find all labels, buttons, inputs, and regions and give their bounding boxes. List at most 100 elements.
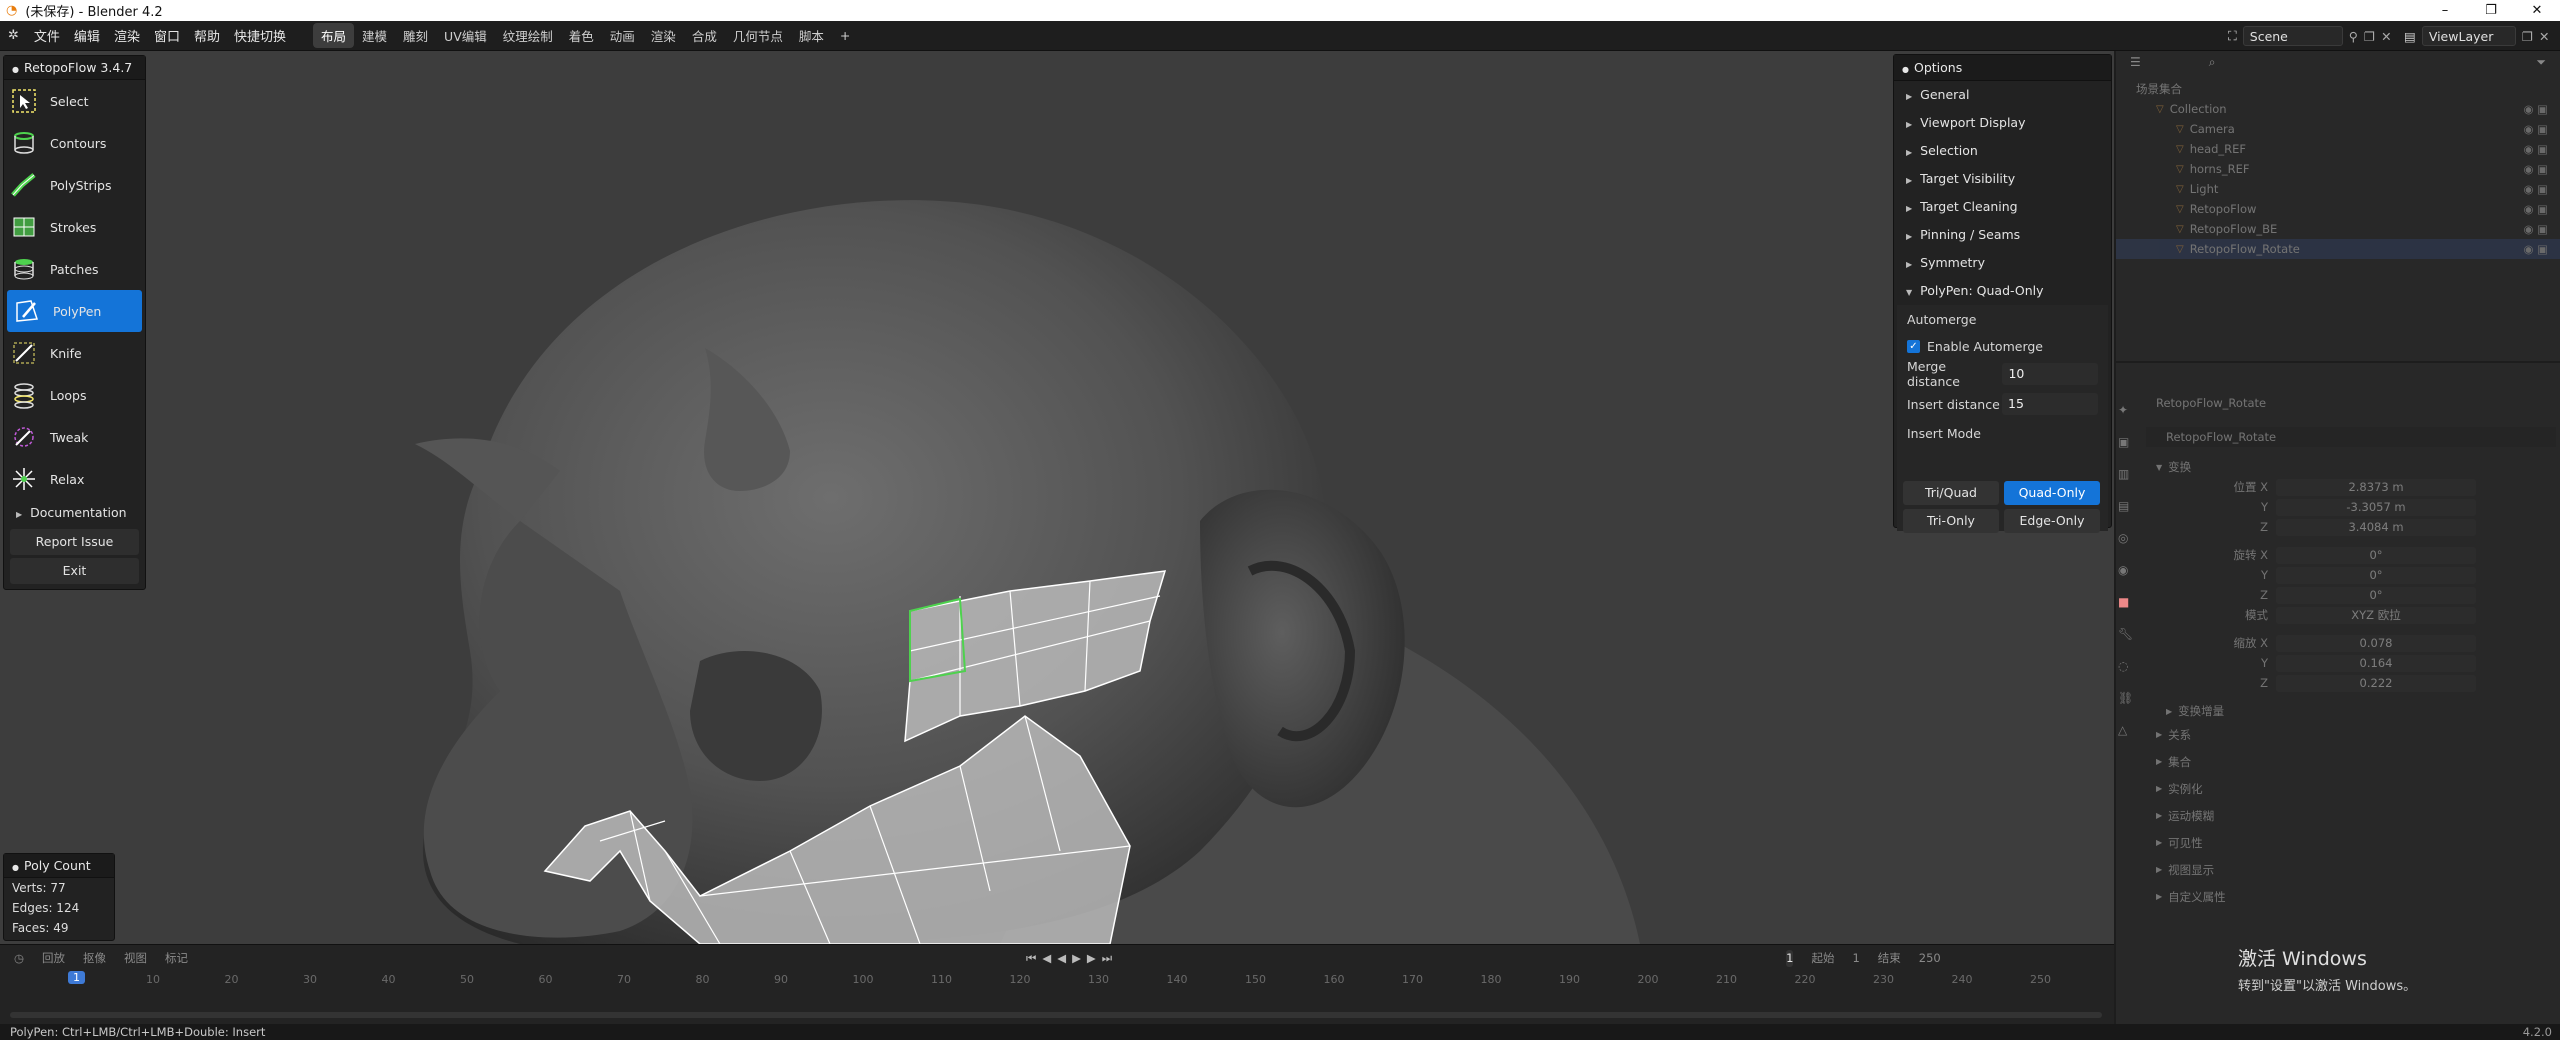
outliner-search-icon[interactable]: ⌕ bbox=[2209, 55, 2216, 70]
close-scene-icon[interactable]: ✕ bbox=[2381, 29, 2391, 44]
filter-icon[interactable]: ⏷ bbox=[2536, 55, 2546, 70]
output-tab-icon[interactable]: ▥ bbox=[2118, 467, 2140, 481]
object-tab-icon[interactable]: ■ bbox=[2118, 595, 2140, 609]
outliner-item[interactable]: ▽ Camera ◉ ▣ bbox=[2116, 119, 2560, 139]
delta-transform-section[interactable]: ▶ 变换增量 bbox=[2146, 701, 2556, 721]
viewlayer-field[interactable]: ViewLayer bbox=[2421, 26, 2516, 46]
visibility-icon[interactable]: ◉ ▣ bbox=[2523, 242, 2548, 256]
visibility-icon[interactable]: ◉ ▣ bbox=[2523, 122, 2548, 136]
add-workspace-button[interactable]: + bbox=[832, 25, 858, 46]
automerge-checkbox[interactable]: ✓ bbox=[1907, 339, 1920, 353]
exit-button[interactable]: Exit bbox=[10, 558, 139, 584]
outliner-item[interactable]: ▽ RetopoFlow_BE ◉ ▣ bbox=[2116, 219, 2560, 239]
view-layer-tab-icon[interactable]: ▤ bbox=[2118, 499, 2140, 513]
visibility-icon[interactable]: ◉ ▣ bbox=[2523, 182, 2548, 196]
timeline-editor-icon[interactable]: ◷ bbox=[14, 951, 24, 965]
tool-contours[interactable]: Contours bbox=[4, 122, 145, 164]
poly-count-header[interactable]: ● Poly Count bbox=[4, 854, 114, 878]
scene-tab-icon[interactable]: ◎ bbox=[2118, 531, 2140, 545]
merge-distance-input[interactable]: 10 bbox=[2002, 363, 2098, 385]
tool-panel-header[interactable]: ● RetopoFlow 3.4.7 bbox=[4, 56, 145, 80]
menu-window[interactable]: 窗口 bbox=[147, 26, 187, 45]
tool-relax[interactable]: Relax bbox=[4, 458, 145, 500]
tool-patches[interactable]: Patches bbox=[4, 248, 145, 290]
menu-file[interactable]: 文件 bbox=[27, 26, 67, 45]
playback-controls[interactable]: ⏮◀◀▶▶⏭ bbox=[1026, 951, 1118, 966]
render-tab-icon[interactable]: ▣ bbox=[2118, 435, 2140, 449]
copy-viewlayer-icon[interactable]: ❐ bbox=[2522, 29, 2533, 44]
physics-tab-icon[interactable]: ◌ bbox=[2118, 659, 2140, 673]
blender-menu-icon[interactable]: ✲ bbox=[0, 28, 27, 43]
tab-uv-editing[interactable]: UV编辑 bbox=[436, 23, 495, 48]
visibility-icon[interactable]: ◉ ▣ bbox=[2523, 202, 2548, 216]
outliner-item[interactable]: ▽ RetopoFlow_Rotate ◉ ▣ bbox=[2116, 239, 2560, 259]
tab-scripting[interactable]: 脚本 bbox=[791, 23, 832, 48]
tab-texture-paint[interactable]: 纹理绘制 bbox=[495, 23, 561, 48]
tool-polypen[interactable]: PolyPen bbox=[7, 290, 142, 332]
enable-automerge-row[interactable]: ✓ Enable Automerge bbox=[1897, 333, 2108, 359]
maximize-button[interactable]: ❐ bbox=[2468, 3, 2514, 18]
properties-group[interactable]: ▶ 可见性 bbox=[2146, 829, 2556, 856]
properties-group[interactable]: ▶ 视图显示 bbox=[2146, 856, 2556, 883]
outliner-item[interactable]: ▽ horns_REF ◉ ▣ bbox=[2116, 159, 2560, 179]
polypen-options-toggle[interactable]: ▼ PolyPen: Quad-Only bbox=[1894, 277, 2111, 305]
tab-layout[interactable]: 布局 bbox=[313, 23, 355, 48]
options-section-pinning-seams[interactable]: ▶ Pinning / Seams bbox=[1894, 221, 2111, 249]
tool-strokes[interactable]: Strokes bbox=[4, 206, 145, 248]
report-issue-button[interactable]: Report Issue bbox=[10, 529, 139, 555]
outliner-editor-icon[interactable]: ☰ bbox=[2130, 55, 2141, 69]
current-frame-marker[interactable]: 1 bbox=[68, 971, 85, 984]
close-viewlayer-icon[interactable]: ✕ bbox=[2539, 29, 2549, 44]
start-frame-field[interactable]: 1 bbox=[1852, 951, 1859, 965]
outliner-item[interactable]: ▽ head_REF ◉ ▣ bbox=[2116, 139, 2560, 159]
tool-tab-icon[interactable]: ✦ bbox=[2118, 403, 2140, 417]
end-frame-field[interactable]: 250 bbox=[1919, 951, 1941, 965]
close-button[interactable]: ✕ bbox=[2514, 3, 2560, 18]
transform-section[interactable]: ▼ 变换 bbox=[2146, 457, 2556, 477]
visibility-icon[interactable]: ◉ ▣ bbox=[2523, 142, 2548, 156]
modifier-tab-icon[interactable]: 🔧︎ bbox=[2118, 627, 2140, 641]
tool-select[interactable]: Select bbox=[4, 80, 145, 122]
options-section-target-cleaning[interactable]: ▶ Target Cleaning bbox=[1894, 193, 2111, 221]
tab-sculpting[interactable]: 雕刻 bbox=[395, 23, 436, 48]
scene-icon[interactable]: ⛶ bbox=[2228, 28, 2237, 44]
timeline-scrollbar[interactable] bbox=[10, 1012, 2102, 1018]
playback-menu[interactable]: 回放 bbox=[42, 950, 65, 966]
data-tab-icon[interactable]: △ bbox=[2118, 723, 2140, 737]
world-tab-icon[interactable]: ◉ bbox=[2118, 563, 2140, 577]
properties-group[interactable]: ▶ 运动模糊 bbox=[2146, 802, 2556, 829]
properties-group[interactable]: ▶ 集合 bbox=[2146, 748, 2556, 775]
options-section-general[interactable]: ▶ General bbox=[1894, 81, 2111, 109]
documentation-toggle[interactable]: ▶ Documentation bbox=[4, 500, 145, 526]
menu-help[interactable]: 帮助 bbox=[187, 26, 227, 45]
mode-tri-only-button[interactable]: Tri-Only bbox=[1903, 509, 1999, 533]
outliner-scene-collection[interactable]: 场景集合 bbox=[2116, 79, 2560, 99]
mode-quad-only-button[interactable]: Quad-Only bbox=[2004, 481, 2100, 505]
menu-quick-switch[interactable]: 快捷切换 bbox=[227, 26, 293, 45]
tab-animation[interactable]: 动画 bbox=[602, 23, 643, 48]
view-menu[interactable]: 视图 bbox=[124, 950, 147, 966]
scene-field[interactable]: Scene bbox=[2242, 26, 2343, 46]
outliner-item[interactable]: ▽ Collection ◉ ▣ bbox=[2116, 99, 2560, 119]
object-name-field[interactable]: RetopoFlow_Rotate bbox=[2146, 427, 2556, 447]
keying-menu[interactable]: 抠像 bbox=[83, 950, 106, 966]
tool-tweak[interactable]: Tweak bbox=[4, 416, 145, 458]
constraint-tab-icon[interactable]: ⛓ bbox=[2118, 691, 2140, 705]
marker-menu[interactable]: 标记 bbox=[165, 950, 188, 966]
options-section-symmetry[interactable]: ▶ Symmetry bbox=[1894, 249, 2111, 277]
options-section-selection[interactable]: ▶ Selection bbox=[1894, 137, 2111, 165]
minimize-button[interactable]: – bbox=[2422, 3, 2468, 18]
menu-edit[interactable]: 编辑 bbox=[67, 26, 107, 45]
options-section-viewport-display[interactable]: ▶ Viewport Display bbox=[1894, 109, 2111, 137]
visibility-icon[interactable]: ◉ ▣ bbox=[2523, 222, 2548, 236]
properties-group[interactable]: ▶ 实例化 bbox=[2146, 775, 2556, 802]
tab-modeling[interactable]: 建模 bbox=[354, 23, 395, 48]
tab-rendering[interactable]: 渲染 bbox=[643, 23, 684, 48]
tool-knife[interactable]: Knife bbox=[4, 332, 145, 374]
tool-loops[interactable]: Loops bbox=[4, 374, 145, 416]
tab-geometry-nodes[interactable]: 几何节点 bbox=[725, 23, 791, 48]
properties-group[interactable]: ▶ 关系 bbox=[2146, 721, 2556, 748]
mode-edge-only-button[interactable]: Edge-Only bbox=[2004, 509, 2100, 533]
mode-tri-quad-button[interactable]: Tri/Quad bbox=[1903, 481, 1999, 505]
tab-compositing[interactable]: 合成 bbox=[684, 23, 725, 48]
